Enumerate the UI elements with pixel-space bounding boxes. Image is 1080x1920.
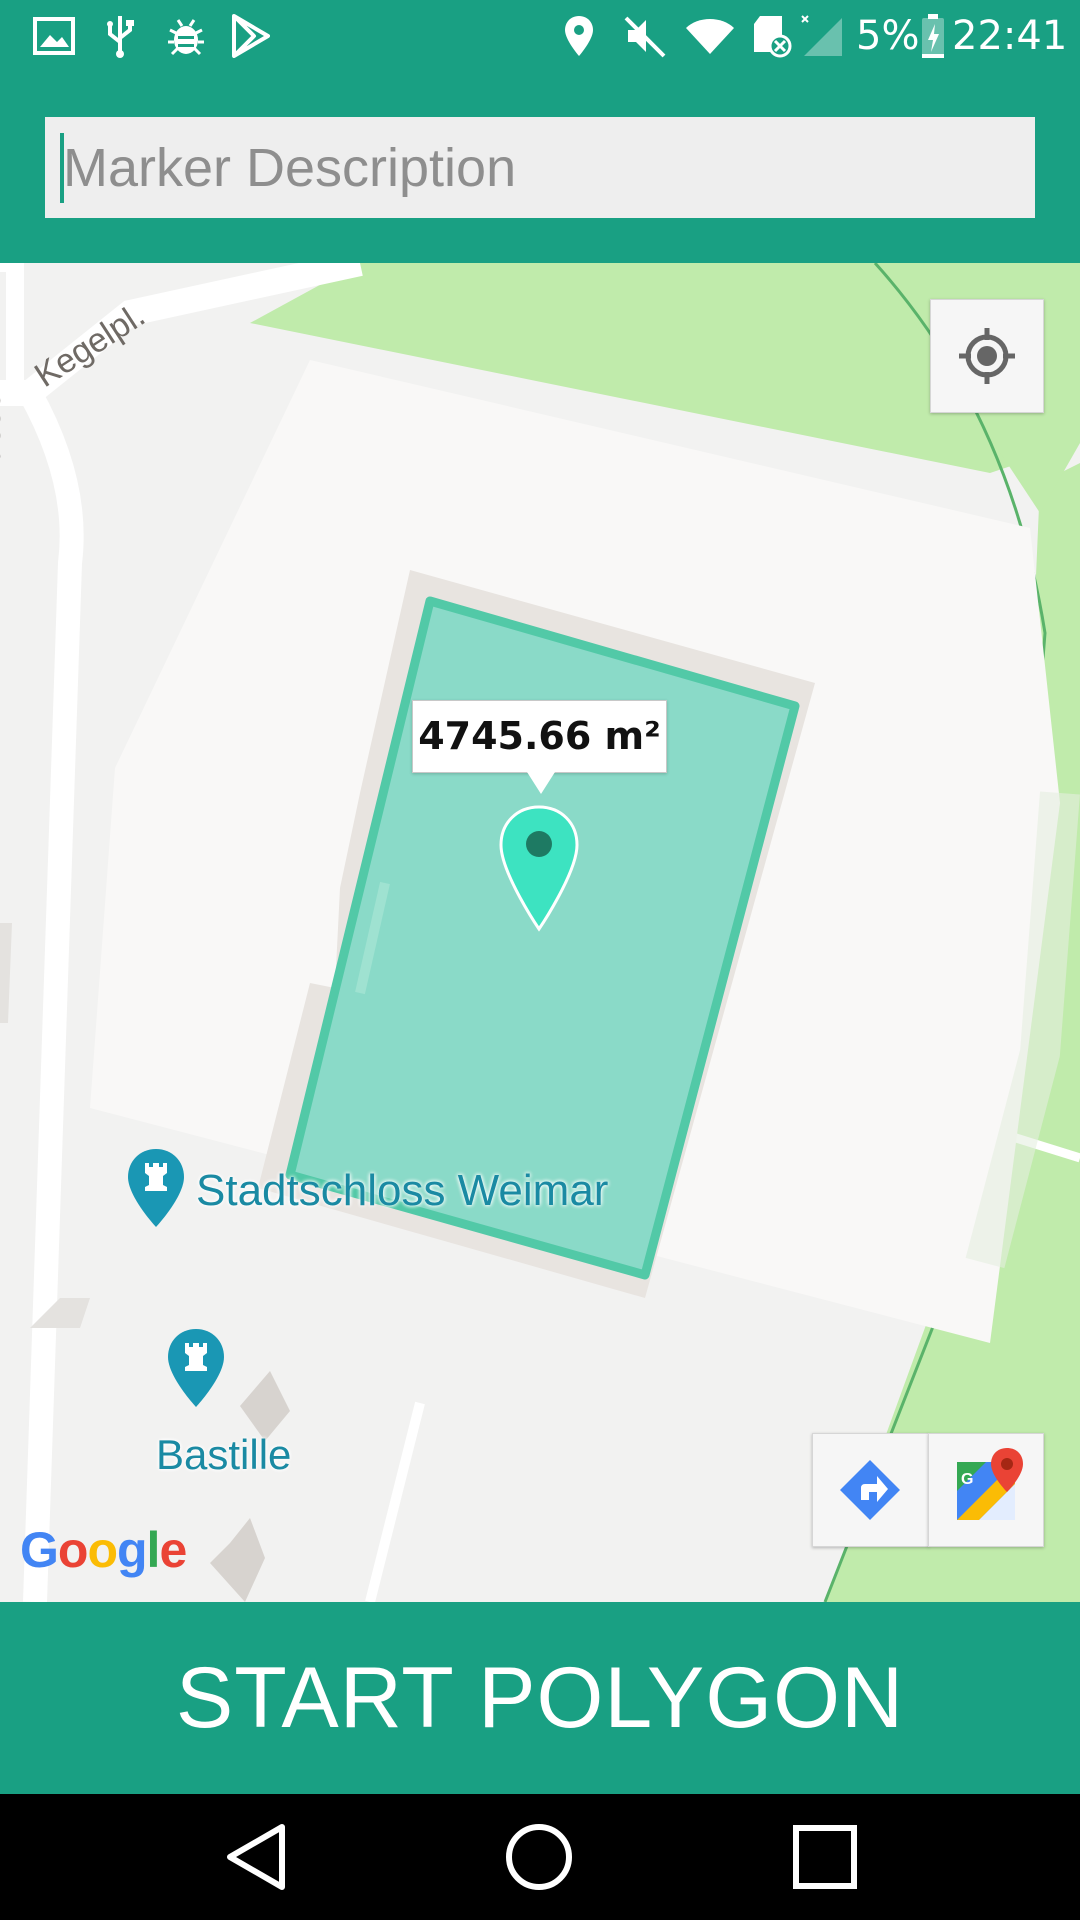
google-logo: Google [20,1522,187,1578]
my-location-button[interactable] [930,299,1044,413]
directions-icon [840,1460,900,1520]
home-icon[interactable] [484,1812,594,1902]
open-google-maps-button[interactable]: G [928,1433,1044,1547]
google-maps-icon: G [957,1448,1023,1520]
recents-icon[interactable] [770,1812,880,1902]
wifi-icon [686,19,734,54]
navigation-bar [0,1794,1080,1920]
toolbar [0,72,1080,263]
poi-label-stadtschloss[interactable]: Stadtschloss Weimar [196,1166,608,1216]
map-view[interactable]: Kegelpl. asse 4745.66 m² Stadtschloss We… [0,263,1080,1602]
street-label-gasse: asse [0,391,8,463]
debug-icon [168,19,204,56]
battery-icon [922,14,944,58]
location-icon [565,16,593,56]
poi-label-bastille[interactable]: Bastille [156,1431,291,1479]
status-bar: 5% 22:41 [0,0,1080,72]
signal-icon [801,15,842,56]
play-store-icon [232,14,270,58]
clock: 22:41 [952,13,1068,59]
svg-text:G: G [961,1471,973,1488]
back-icon[interactable] [200,1812,310,1902]
text-cursor [60,133,64,203]
mute-icon [624,16,666,58]
polygon-center-marker[interactable] [497,803,581,933]
area-info-window[interactable]: 4745.66 m² [412,700,667,794]
castle-icon[interactable] [126,1147,186,1231]
directions-button[interactable] [812,1433,929,1547]
usb-icon [107,16,134,58]
castle-icon[interactable] [166,1327,226,1411]
battery-percent: 5% [856,13,920,59]
marker-description-input[interactable] [45,117,1035,218]
sd-card-icon [754,16,792,58]
start-polygon-button[interactable]: START POLYGON [0,1602,1080,1794]
my-location-icon [959,328,1015,384]
gallery-icon [33,17,75,55]
